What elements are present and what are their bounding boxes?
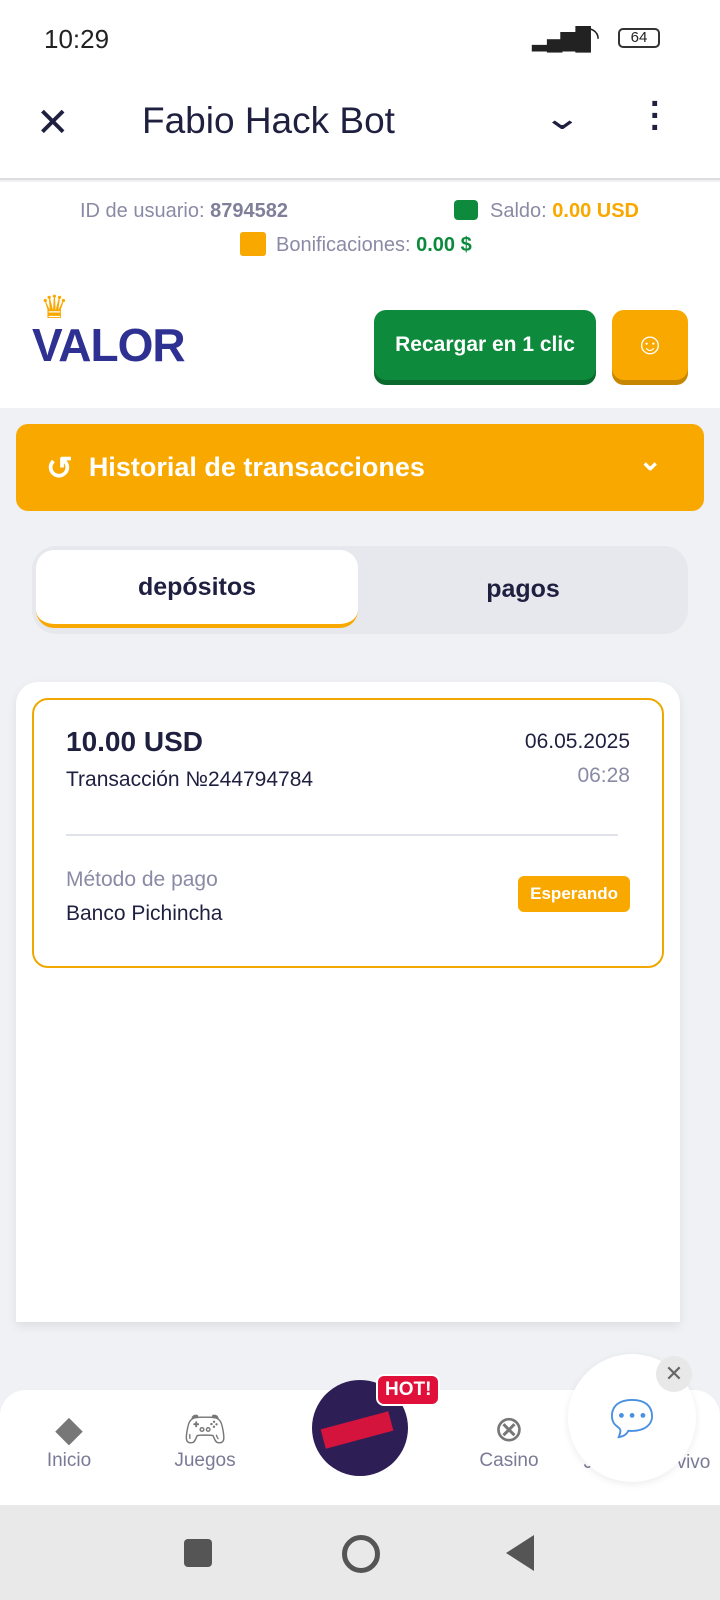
close-chat-icon[interactable]: ✕ — [656, 1356, 692, 1392]
user-id: 8794582 — [210, 200, 288, 222]
account-info: ID de usuario: 8794582 Saldo: 0.00 USD B… — [0, 182, 720, 282]
history-dropdown[interactable]: ↺ Historial de transacciones ⌄ — [16, 424, 704, 511]
nav-label: Inicio — [46, 1450, 92, 1471]
nav-home[interactable]: ◆ Inicio — [14, 1408, 124, 1472]
user-id-label: ID de usuario: — [80, 200, 205, 222]
app-top-bar: ✕ Fabio Hack Bot ⌄ · · · — [0, 80, 720, 180]
valor-logo[interactable]: VALOR — [32, 318, 186, 372]
roulette-icon: ⊗ — [493, 1408, 525, 1449]
gamepad-icon: 🎮︎ — [182, 1408, 228, 1449]
balance-label: Saldo: — [490, 200, 547, 222]
close-icon[interactable]: ✕ — [36, 100, 70, 146]
recents-icon[interactable] — [184, 1539, 212, 1567]
battery-icon: 64 — [618, 28, 660, 48]
tab-deposits[interactable]: depósitos — [36, 550, 358, 628]
hot-badge: HOT! — [376, 1374, 441, 1406]
dragon-icon: ♛ — [40, 289, 69, 325]
wifi-icon: ◠ — [576, 21, 601, 52]
recharge-button[interactable]: Recargar en 1 clic — [374, 310, 596, 380]
gift-icon — [240, 232, 266, 256]
history-title: Historial de transacciones — [88, 452, 425, 482]
transaction-card[interactable]: 10.00 USD Transacción №244794784 06.05.2… — [32, 698, 664, 968]
chevron-down-icon[interactable]: ⌄ — [542, 98, 582, 138]
tab-bar: depósitos pagos — [32, 546, 688, 634]
more-icon[interactable]: · · · — [650, 87, 666, 145]
time: 06:28 — [577, 764, 630, 787]
status-badge: Esperando — [518, 876, 630, 912]
chevron-down-icon: ⌄ — [638, 445, 662, 476]
plane-icon — [320, 1411, 394, 1449]
status-bar: 10:29 ▂▄▆█ ◠ 64 — [0, 0, 720, 80]
balance: 0.00 USD — [552, 200, 639, 222]
page-title: Fabio Hack Bot — [142, 100, 395, 141]
clock: 10:29 — [44, 24, 110, 54]
tab-payouts[interactable]: pagos — [362, 550, 684, 628]
chat-icon: 💬︎ — [601, 1392, 663, 1446]
amount: 10.00 USD — [66, 726, 203, 757]
method-label: Método de pago — [66, 868, 218, 891]
nav-label: Juegos — [174, 1450, 236, 1471]
history-icon: ↺ — [46, 449, 73, 486]
nav-casino[interactable]: ⊗ Casino — [454, 1408, 564, 1472]
diamond-icon: ◆ — [55, 1408, 83, 1449]
divider — [66, 834, 618, 836]
home-icon[interactable] — [342, 1535, 380, 1573]
system-nav-bar — [0, 1505, 720, 1600]
nav-label: Casino — [479, 1450, 539, 1471]
bonus-label: Bonificaciones: — [276, 234, 411, 256]
user-icon: ☺ — [634, 328, 666, 361]
profile-button[interactable]: ☺ — [612, 310, 688, 380]
transaction-number: Transacción №244794784 — [66, 768, 314, 791]
nav-games[interactable]: 🎮︎ Juegos — [150, 1408, 260, 1472]
date: 06.05.2025 — [524, 730, 630, 753]
back-icon[interactable] — [506, 1535, 534, 1571]
wallet-icon — [454, 200, 478, 220]
bonus: 0.00 $ — [416, 234, 472, 256]
payment-method: Banco Pichincha — [66, 902, 223, 925]
